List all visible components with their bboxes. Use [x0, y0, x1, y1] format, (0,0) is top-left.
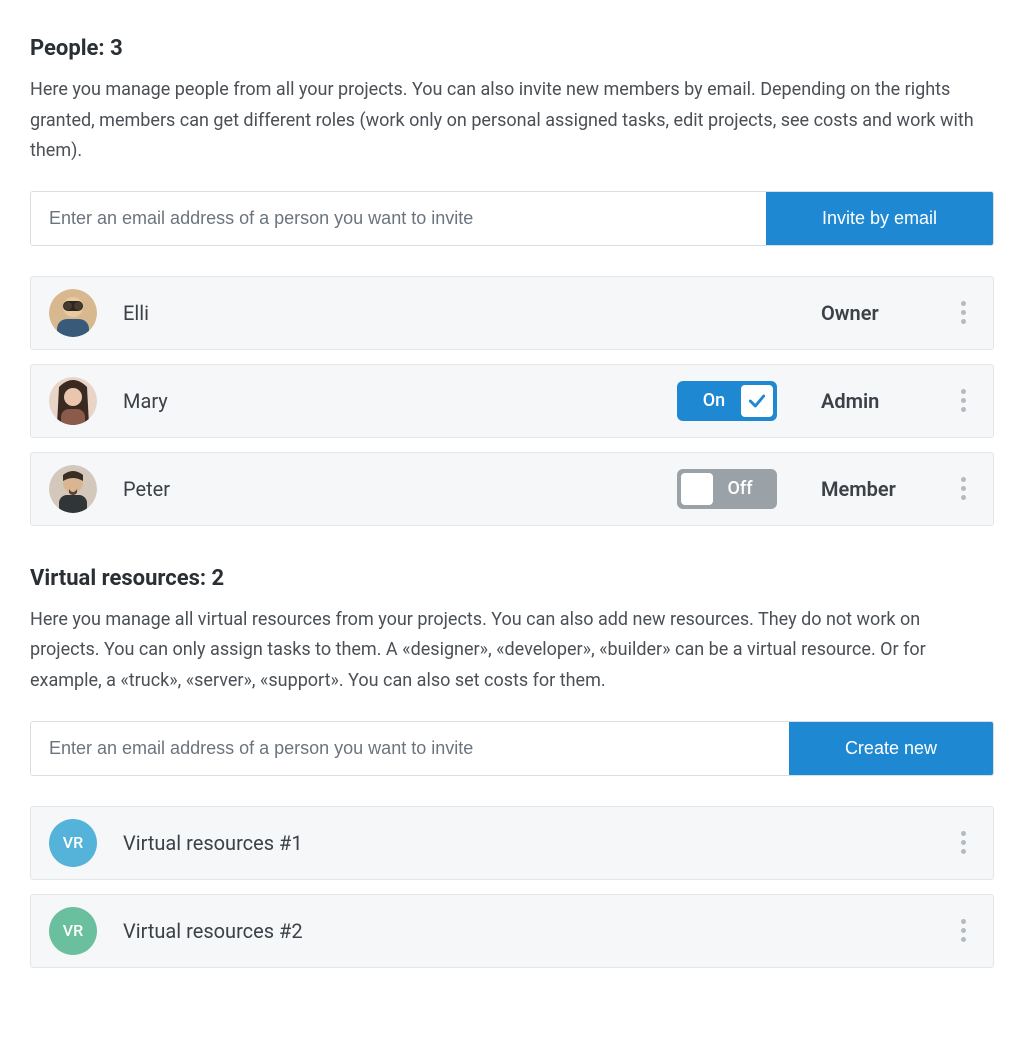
virtual-resource-row: VR Virtual resources #2 [30, 894, 994, 968]
invite-by-email-button[interactable]: Invite by email [766, 192, 993, 245]
people-description: Here you manage people from all your pro… [30, 75, 990, 167]
toggle-knob [741, 385, 773, 417]
toggle-on-label: On [681, 390, 741, 411]
member-name: Peter [123, 477, 677, 501]
virtual-resource-name: Virtual resources #1 [123, 831, 951, 855]
virtual-resource-name: Virtual resources #2 [123, 919, 951, 943]
virtual-resource-row: VR Virtual resources #1 [30, 806, 994, 880]
resource-name-input[interactable] [31, 722, 789, 775]
avatar [49, 289, 97, 337]
more-menu-icon[interactable] [951, 389, 975, 412]
avatar [49, 377, 97, 425]
create-new-button[interactable]: Create new [789, 722, 993, 775]
member-name: Mary [123, 389, 677, 413]
more-menu-icon[interactable] [951, 919, 975, 942]
virtual-resources-section: Virtual resources: 2 Here you manage all… [30, 566, 994, 968]
create-resource-input-row: Create new [30, 721, 994, 776]
toggle-off-label: Off [713, 478, 773, 499]
check-icon [747, 391, 767, 411]
invite-input-row: Invite by email [30, 191, 994, 246]
member-name: Elli [123, 301, 821, 325]
more-menu-icon[interactable] [951, 301, 975, 324]
member-role: Owner [821, 301, 931, 325]
admin-toggle[interactable]: Off [677, 469, 777, 509]
people-title: People: 3 [30, 36, 994, 61]
avatar [49, 465, 97, 513]
invite-email-input[interactable] [31, 192, 766, 245]
member-row: Peter Off Member [30, 452, 994, 526]
member-row: Elli Owner [30, 276, 994, 350]
more-menu-icon[interactable] [951, 477, 975, 500]
vr-badge-icon: VR [49, 819, 97, 867]
member-role: Member [821, 477, 931, 501]
more-menu-icon[interactable] [951, 831, 975, 854]
admin-toggle[interactable]: On [677, 381, 777, 421]
virtual-title: Virtual resources: 2 [30, 566, 994, 591]
toggle-knob [681, 473, 713, 505]
member-role: Admin [821, 389, 931, 413]
vr-badge-icon: VR [49, 907, 97, 955]
virtual-description: Here you manage all virtual resources fr… [30, 605, 990, 697]
member-row: Mary On Admin [30, 364, 994, 438]
people-section: People: 3 Here you manage people from al… [30, 36, 994, 526]
